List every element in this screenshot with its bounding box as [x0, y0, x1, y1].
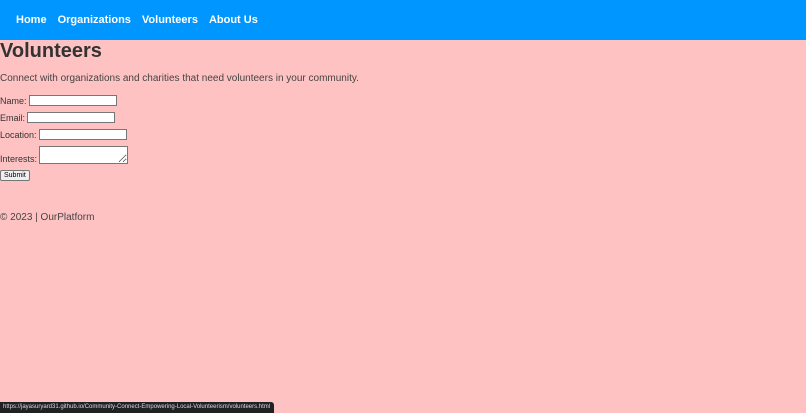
- nav-link-volunteers[interactable]: Volunteers: [142, 14, 198, 26]
- page-title: Volunteers: [0, 40, 102, 62]
- form-row-email: Email:: [0, 112, 128, 123]
- location-label: Location:: [0, 130, 37, 140]
- nav-link-organizations[interactable]: Organizations: [58, 14, 131, 26]
- email-input[interactable]: [27, 112, 116, 123]
- name-input[interactable]: [28, 95, 117, 106]
- form-row-name: Name:: [0, 95, 128, 106]
- name-label: Name:: [0, 96, 27, 106]
- nav-link-home[interactable]: Home: [16, 14, 47, 26]
- nav-link-about-us[interactable]: About Us: [209, 14, 258, 26]
- email-label: Email:: [0, 113, 26, 123]
- form-row-submit: Submit: [0, 170, 128, 181]
- form-row-interests: Interests:: [0, 146, 129, 164]
- form-row-location: Location:: [0, 129, 128, 140]
- location-input[interactable]: [38, 129, 127, 140]
- interests-label: Interests:: [0, 154, 38, 164]
- intro-text: Connect with organizations and charities…: [0, 73, 359, 84]
- volunteer-form: Name: Email: Location: Interests: Submit: [0, 95, 129, 187]
- browser-status-url: https://jayasuryard31.github.io/Communit…: [0, 402, 275, 413]
- footer-copyright: © 2023 | OurPlatform: [0, 212, 95, 223]
- interests-textarea[interactable]: [39, 146, 129, 164]
- submit-button[interactable]: Submit: [0, 170, 30, 181]
- top-navbar: Home Organizations Volunteers About Us: [0, 0, 806, 40]
